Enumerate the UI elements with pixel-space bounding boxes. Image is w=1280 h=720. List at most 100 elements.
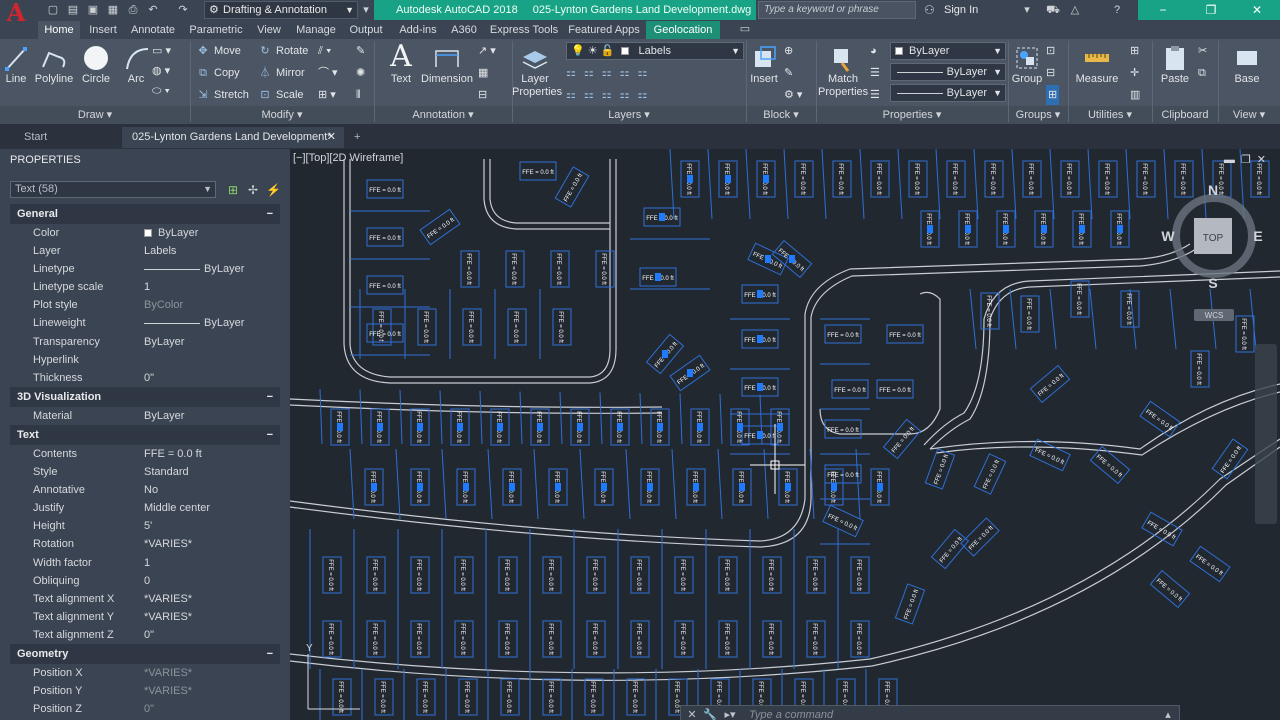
panel-clipboard[interactable]: Clipboard (1152, 106, 1218, 124)
ellipse-icon[interactable]: ⬭ ▾ (152, 81, 170, 101)
color-dropdown[interactable]: ByLayer ▼ (890, 42, 1006, 60)
scale-button[interactable]: ⊡ Scale (258, 85, 303, 105)
rectangle-icon[interactable]: ▭ ▾ (152, 41, 171, 61)
block-attributes-icon[interactable]: ⚙ ▾ (784, 85, 802, 105)
array-icon[interactable]: ⊞ ▾ (318, 85, 336, 105)
ungroup-icon[interactable]: ⊡ (1046, 41, 1055, 61)
circle-button[interactable]: Circle (80, 43, 112, 85)
property-row[interactable]: Text alignment Z 0" (10, 626, 280, 644)
panel-groups[interactable]: Groups ▾ (1008, 106, 1068, 124)
tab-annotate[interactable]: Annotate (126, 21, 180, 39)
arc-button[interactable]: Arc (122, 43, 150, 85)
copy-clip-icon[interactable]: ⧉ (1198, 63, 1206, 83)
property-row[interactable]: Plot style ByColor (10, 296, 280, 314)
section-3d-visualization[interactable]: 3D Visualization − (10, 386, 280, 407)
lineweight-dropdown[interactable]: ByLayer ▼ (890, 84, 1006, 102)
hatch-icon[interactable]: ◍ ▾ (152, 61, 170, 81)
tab-featured-apps[interactable]: Featured Apps (566, 21, 642, 39)
stretch-button[interactable]: ⇲ Stretch (196, 85, 248, 105)
base-view-button[interactable]: Base (1232, 43, 1262, 85)
quick-access-customize-icon[interactable]: ▾ (359, 3, 373, 17)
viewcube[interactable]: TOP N S E W WCS (1161, 182, 1263, 321)
panel-draw[interactable]: Draw ▾ (0, 106, 190, 124)
tab-add-ins[interactable]: Add-ins (392, 21, 444, 39)
ribbon-minimize-icon[interactable]: ▭ (738, 22, 752, 36)
select-objects-icon[interactable]: ✢ (246, 183, 260, 197)
open-file-icon[interactable]: ▤ (66, 3, 80, 17)
quick-select-icon[interactable]: ⚡ (266, 183, 281, 197)
measure-button[interactable]: Measure (1072, 43, 1122, 85)
collapse-icon[interactable]: − (267, 425, 273, 445)
search-input[interactable]: Type a keyword or phrase (758, 1, 916, 19)
group-selection-icon[interactable]: ⊞ (1046, 85, 1060, 105)
tab-parametric[interactable]: Parametric (184, 21, 248, 39)
exchange-icon[interactable]: △ (1068, 3, 1082, 17)
group-button[interactable]: Group (1010, 43, 1044, 85)
chevron-up-icon[interactable]: ▴ (1161, 707, 1175, 720)
cut-icon[interactable]: ✂ (1198, 41, 1207, 61)
section-general[interactable]: General − (10, 204, 280, 224)
undo-icon[interactable]: ↶ (146, 3, 160, 17)
dimension-button[interactable]: Dimension (420, 43, 474, 85)
property-row[interactable]: Text alignment X *VARIES* (10, 590, 280, 608)
collapse-icon[interactable]: − (267, 204, 273, 224)
group-edit-icon[interactable]: ⊟ (1046, 63, 1055, 83)
property-row[interactable]: Color ByLayer (10, 224, 280, 242)
tab-home[interactable]: Home (38, 21, 80, 39)
close-icon[interactable]: ✕ (685, 707, 699, 720)
tab-manage[interactable]: Manage (292, 21, 340, 39)
property-row[interactable]: Obliquing 0 (10, 572, 280, 590)
tab-a360[interactable]: A360 (448, 21, 480, 39)
wrench-icon[interactable]: 🔧 (703, 707, 717, 720)
section-text[interactable]: Text − (10, 424, 280, 445)
layer-tools-row-1[interactable]: ⚏⚏⚏⚏⚏ (566, 63, 655, 83)
sign-in-link[interactable]: Sign In (944, 0, 978, 20)
toggle-pickadd-icon[interactable]: ⊞ (226, 183, 240, 197)
property-row[interactable]: Annotative No (10, 481, 280, 499)
property-row[interactable]: Position Z 0" (10, 700, 280, 718)
trim-icon[interactable]: ⫽ ▾ (318, 41, 331, 61)
property-row[interactable]: Lineweight ByLayer (10, 314, 280, 332)
tab-view[interactable]: View (252, 21, 286, 39)
help-icon[interactable]: ? (1110, 3, 1124, 17)
erase-icon[interactable]: ✎ (356, 41, 365, 61)
property-row[interactable]: Position X *VARIES* (10, 664, 280, 682)
explode-icon[interactable]: ✺ (356, 63, 365, 83)
collapse-icon[interactable]: − (267, 644, 273, 664)
selection-dropdown[interactable]: Text (58) ▼ (10, 181, 216, 198)
section-geometry[interactable]: Geometry − (10, 643, 280, 664)
tab-drawing[interactable]: 025-Lynton Gardens Land Development* ✕ (122, 127, 344, 148)
property-row[interactable]: Height 5' (10, 517, 280, 535)
drawing-area[interactable]: FFE = 0.0 ft FFE = 0.0 ft FFE = 0.0 ft FFE … (290, 149, 1280, 720)
linetype-dropdown[interactable]: ByLayer ▼ (890, 63, 1006, 81)
property-row[interactable]: Hyperlink (10, 351, 280, 369)
layer-properties-button[interactable]: Layer Properties (512, 43, 562, 99)
fillet-icon[interactable]: ⌒ ▾ (318, 63, 338, 83)
dropdown-icon[interactable]: ▾ (1020, 3, 1034, 17)
property-row[interactable]: Linetype scale 1 (10, 278, 280, 296)
tab-insert[interactable]: Insert (82, 21, 124, 39)
property-row[interactable]: Linetype ByLayer (10, 260, 280, 278)
table-icon[interactable]: ▦ (478, 63, 488, 83)
save-icon[interactable]: ▣ (86, 3, 100, 17)
polyline-button[interactable]: Polyline (34, 43, 74, 85)
redo-icon[interactable]: ↷ (176, 3, 190, 17)
command-input[interactable] (749, 706, 1169, 720)
tab-geolocation[interactable]: Geolocation (646, 21, 720, 39)
markup-icon[interactable]: ⊟ (478, 85, 487, 105)
maximize-button[interactable]: ❐ (1188, 0, 1234, 20)
mirror-button[interactable]: ⏃ Mirror (258, 63, 305, 83)
property-row[interactable]: Material ByLayer (10, 407, 280, 425)
close-button[interactable]: ✕ (1234, 0, 1280, 20)
tab-express-tools[interactable]: Express Tools (488, 21, 560, 39)
panel-view[interactable]: View ▾ (1218, 106, 1280, 124)
property-row[interactable]: Transparency ByLayer (10, 333, 280, 351)
calculator-icon[interactable]: ⊞ (1130, 41, 1139, 61)
application-menu-button[interactable]: A (0, 0, 32, 28)
id-point-icon[interactable]: ✛ (1130, 63, 1139, 83)
layer-dropdown[interactable]: 💡 ☀ 🔓 Labels ▼ (566, 42, 744, 60)
close-tab-icon[interactable]: ✕ (327, 127, 336, 148)
paste-button[interactable]: Paste (1158, 43, 1192, 85)
leader-icon[interactable]: ↗ ▾ (478, 41, 496, 61)
minimize-button[interactable]: − (1138, 0, 1188, 20)
